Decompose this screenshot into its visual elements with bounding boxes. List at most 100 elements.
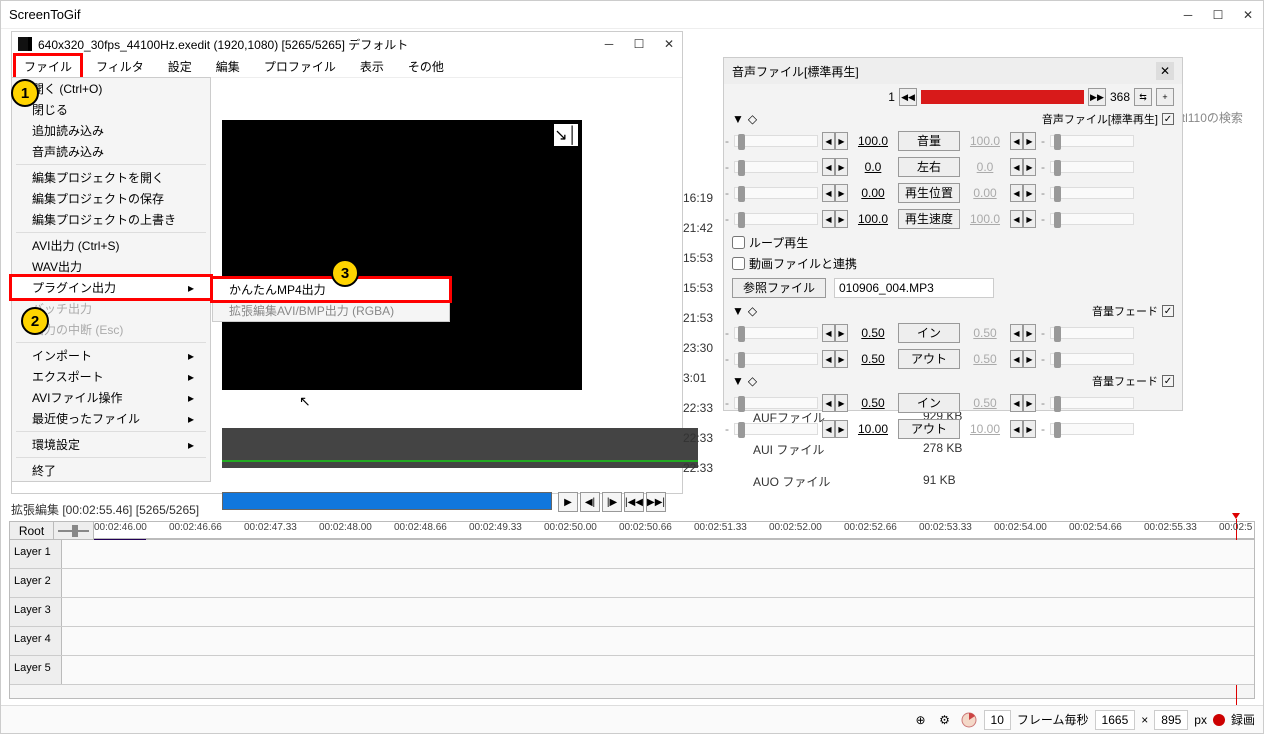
fade-checkbox-2[interactable] xyxy=(1162,375,1174,387)
search-input[interactable]: utl110の検索 xyxy=(1173,109,1245,126)
editor-close-button[interactable]: ✕ xyxy=(662,37,676,51)
spin-down[interactable]: ◀ xyxy=(1010,324,1023,342)
layer-label[interactable]: Layer 3 xyxy=(10,598,62,626)
spin-up[interactable]: ▶ xyxy=(835,132,848,150)
param-value-left[interactable]: 10.00 xyxy=(852,421,894,437)
add-icon[interactable]: + xyxy=(1156,88,1174,106)
slider-left[interactable] xyxy=(734,423,818,435)
spin-up[interactable]: ▶ xyxy=(1023,394,1036,412)
spin-down[interactable]: ◀ xyxy=(822,132,835,150)
menu-avi-ops[interactable]: AVIファイル操作▸ xyxy=(12,387,210,408)
go-start-button[interactable]: |◀◀ xyxy=(624,492,644,512)
param-label[interactable]: イン xyxy=(898,393,960,413)
menu-file[interactable]: ファイル xyxy=(16,56,80,77)
menu-import[interactable]: インポート▸ xyxy=(12,345,210,366)
slider-right[interactable] xyxy=(1050,423,1134,435)
layer-label[interactable]: Layer 4 xyxy=(10,627,62,655)
menu-filter[interactable]: フィルタ xyxy=(88,56,152,77)
spin-down[interactable]: ◀ xyxy=(1010,394,1023,412)
spin-up[interactable]: ▶ xyxy=(835,394,848,412)
slider-left[interactable] xyxy=(734,135,818,147)
anchor-icon[interactable]: ◇ xyxy=(748,374,757,388)
timeline-zoom-slider[interactable] xyxy=(54,522,94,539)
slider-left[interactable] xyxy=(734,213,818,225)
header-checkbox[interactable] xyxy=(1162,113,1174,125)
audio-panel-close[interactable]: ✕ xyxy=(1156,62,1174,80)
loop-checkbox[interactable] xyxy=(732,236,745,249)
menu-export[interactable]: エクスポート▸ xyxy=(12,366,210,387)
spin-down[interactable]: ◀ xyxy=(822,420,835,438)
spin-down[interactable]: ◀ xyxy=(1010,420,1023,438)
record-label[interactable]: 録画 xyxy=(1231,711,1255,728)
editor-maximize-button[interactable]: ☐ xyxy=(632,37,646,51)
go-end-button[interactable]: ▶▶| xyxy=(646,492,666,512)
menu-add-load[interactable]: 追加読み込み xyxy=(12,120,210,141)
record-icon[interactable] xyxy=(1213,714,1225,726)
editor-minimize-button[interactable]: ─ xyxy=(602,37,616,51)
spin-up[interactable]: ▶ xyxy=(1023,420,1036,438)
spin-up[interactable]: ▶ xyxy=(1023,184,1036,202)
spin-up[interactable]: ▶ xyxy=(835,350,848,368)
slider-left[interactable] xyxy=(734,327,818,339)
param-value-left[interactable]: 0.0 xyxy=(852,159,894,175)
timeline-layer-row[interactable]: Layer 5 xyxy=(10,656,1254,685)
list-item[interactable]: AUI ファイル278 KB xyxy=(753,441,962,473)
play-button[interactable]: ▶ xyxy=(558,492,578,512)
menu-edit[interactable]: 編集 xyxy=(208,56,248,77)
layer-track[interactable] xyxy=(62,569,1254,597)
menu-plugin-out[interactable]: プラグイン出力▸ xyxy=(12,277,210,298)
spin-up[interactable]: ▶ xyxy=(1023,324,1036,342)
spin-down[interactable]: ◀ xyxy=(1010,132,1023,150)
param-value-left[interactable]: 0.50 xyxy=(852,351,894,367)
param-value-left[interactable]: 0.00 xyxy=(852,185,894,201)
spin-up[interactable]: ▶ xyxy=(1023,350,1036,368)
list-item[interactable]: AUO ファイル91 KB xyxy=(753,473,962,505)
fps-value[interactable]: 10 xyxy=(984,710,1011,730)
menu-proj-overwrite[interactable]: 編集プロジェクトの上書き xyxy=(12,209,210,230)
spin-down[interactable]: ◀ xyxy=(822,350,835,368)
spin-down[interactable]: ◀ xyxy=(822,210,835,228)
slider-right[interactable] xyxy=(1050,187,1134,199)
spin-down[interactable]: ◀ xyxy=(1010,184,1023,202)
spin-up[interactable]: ▶ xyxy=(1023,210,1036,228)
param-label[interactable]: 再生位置 xyxy=(898,183,960,203)
timeline-layer-row[interactable]: Layer 2 xyxy=(10,569,1254,598)
menu-settings[interactable]: 設定 xyxy=(160,56,200,77)
param-value-right[interactable]: 0.50 xyxy=(964,395,1006,411)
menu-open[interactable]: 開く (Ctrl+O) xyxy=(12,78,210,99)
spin-up[interactable]: ▶ xyxy=(835,158,848,176)
param-value-left[interactable]: 100.0 xyxy=(852,211,894,227)
slider-right[interactable] xyxy=(1050,327,1134,339)
section-toggle[interactable]: ▼ xyxy=(732,304,744,318)
layer-label[interactable]: Layer 2 xyxy=(10,569,62,597)
param-value-left[interactable]: 0.50 xyxy=(852,325,894,341)
menu-avi-out[interactable]: AVI出力 (Ctrl+S) xyxy=(12,235,210,256)
slider-right[interactable] xyxy=(1050,161,1134,173)
layer-track[interactable] xyxy=(62,540,1254,568)
menu-wav-out[interactable]: WAV出力 xyxy=(12,256,210,277)
seek-bar[interactable] xyxy=(222,492,552,510)
root-button[interactable]: Root xyxy=(10,522,54,539)
slider-left[interactable] xyxy=(734,397,818,409)
exit-fullscreen-icon[interactable]: ↘│ xyxy=(554,124,578,146)
param-value-left[interactable]: 0.50 xyxy=(852,395,894,411)
menu-close-file[interactable]: 閉じる xyxy=(12,99,210,120)
submenu-easy-mp4[interactable]: かんたんMP4出力 xyxy=(213,279,449,300)
fade-checkbox[interactable] xyxy=(1162,305,1174,317)
timeline-ruler[interactable]: 00:02:46.0000:02:46.6600:02:47.3300:02:4… xyxy=(94,522,1254,539)
spin-up[interactable]: ▶ xyxy=(835,420,848,438)
param-value-right[interactable]: 0.0 xyxy=(964,159,1006,175)
param-label[interactable]: アウト xyxy=(898,349,960,369)
menu-proj-save[interactable]: 編集プロジェクトの保存 xyxy=(12,188,210,209)
menu-profile[interactable]: プロファイル xyxy=(256,56,344,77)
slider-right[interactable] xyxy=(1050,353,1134,365)
gear-icon[interactable]: ⚙ xyxy=(936,711,954,729)
param-label[interactable]: アウト xyxy=(898,419,960,439)
section-toggle[interactable]: ▼ xyxy=(732,112,744,126)
slider-left[interactable] xyxy=(734,161,818,173)
spin-down[interactable]: ◀ xyxy=(1010,158,1023,176)
step-fwd-button[interactable]: |▶ xyxy=(602,492,622,512)
slider-right[interactable] xyxy=(1050,397,1134,409)
submenu-avi-bmp[interactable]: 拡張編集AVI/BMP出力 (RGBA) xyxy=(213,300,449,321)
anchor-icon[interactable]: ◇ xyxy=(748,304,757,318)
